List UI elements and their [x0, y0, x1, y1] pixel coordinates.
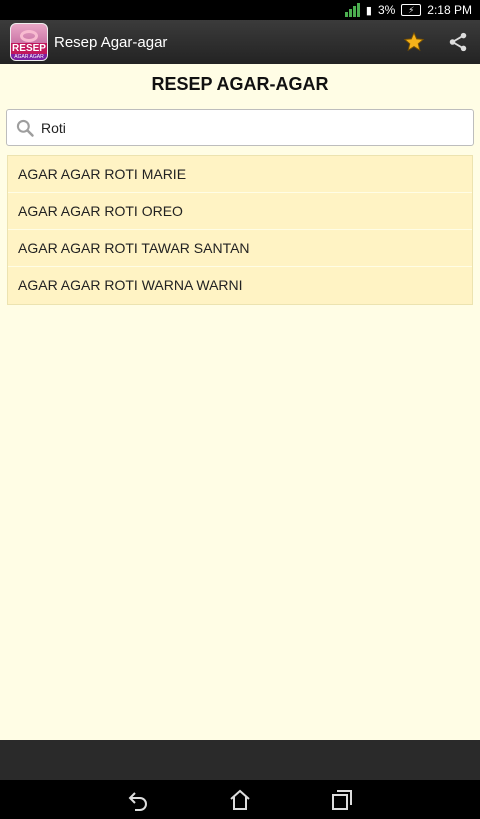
star-icon — [403, 31, 425, 52]
status-bar: ▮ 3% ⚡ 2:18 PM — [0, 0, 480, 20]
logo-word: RESEP — [11, 43, 47, 54]
share-button[interactable] — [436, 20, 480, 64]
result-list: AGAR AGAR ROTI MARIE AGAR AGAR ROTI OREO… — [7, 155, 473, 305]
back-button[interactable] — [122, 784, 154, 816]
logo-donut-icon — [20, 30, 38, 42]
signal-wifi-icon: ▮ — [365, 4, 372, 17]
share-icon — [449, 32, 467, 52]
back-icon — [128, 791, 147, 811]
search-input[interactable] — [41, 119, 441, 136]
page-title: RESEP AGAR-AGAR — [151, 74, 329, 94]
action-bar: RESEP AGAR AGAR Resep Agar-agar — [0, 20, 480, 64]
navigation-bar — [0, 780, 480, 819]
home-button[interactable] — [224, 784, 256, 816]
clock: 2:18 PM — [427, 3, 472, 17]
logo-sub: AGAR AGAR — [11, 54, 47, 60]
main-content: RESEP AGAR-AGAR AGAR AGAR ROTI MARIE AGA… — [0, 64, 480, 740]
bottom-panel — [0, 740, 480, 780]
battery-charging-icon: ⚡ — [401, 4, 422, 16]
list-item[interactable]: AGAR AGAR ROTI TAWAR SANTAN — [8, 230, 472, 267]
favorite-button[interactable] — [392, 20, 436, 64]
search-icon — [16, 119, 34, 137]
home-icon — [230, 789, 250, 810]
app-title: Resep Agar-agar — [54, 33, 168, 51]
signal-icon — [344, 3, 360, 17]
list-item[interactable]: AGAR AGAR ROTI MARIE — [8, 156, 472, 193]
recents-icon — [332, 789, 352, 810]
recents-button[interactable] — [326, 784, 358, 816]
app-logo[interactable]: RESEP AGAR AGAR — [10, 23, 48, 61]
battery-percent: 3% — [377, 3, 396, 17]
list-item[interactable]: AGAR AGAR ROTI OREO — [8, 193, 472, 230]
search-box[interactable] — [6, 109, 474, 146]
list-item[interactable]: AGAR AGAR ROTI WARNA WARNI — [8, 267, 472, 304]
